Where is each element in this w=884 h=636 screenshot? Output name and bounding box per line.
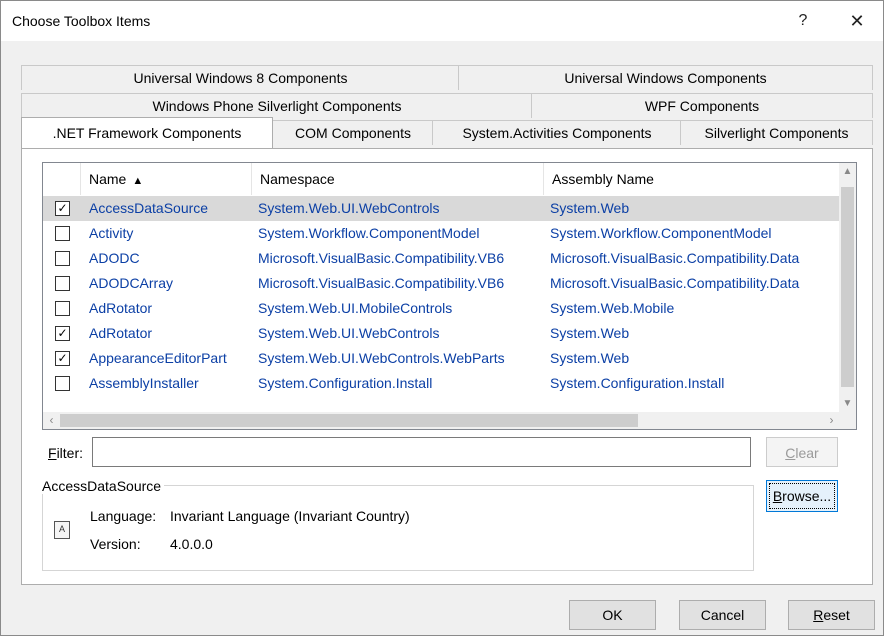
component-icon: A	[54, 521, 70, 539]
vertical-scrollbar[interactable]: ▲ ▼	[839, 163, 856, 412]
sort-ascending-icon: ▲	[132, 175, 144, 187]
checkbox-column-header	[43, 163, 81, 195]
tab-wpf[interactable]: WPF Components	[531, 93, 873, 118]
filter-input[interactable]	[92, 437, 751, 467]
language-label: Language:	[90, 508, 157, 524]
row-checkbox[interactable]	[55, 376, 70, 391]
scroll-down-icon[interactable]: ▼	[839, 395, 856, 412]
row-checkbox[interactable]: ✓	[55, 326, 70, 341]
assembly-column-header[interactable]: Assembly Name	[544, 163, 840, 195]
table-row[interactable]: ADODCArray Microsoft.VisualBasic.Compatib…	[43, 271, 840, 296]
components-list[interactable]: Name ▲ Namespace Assembly Name ✓ AccessDat…	[42, 162, 857, 430]
component-info-title: AccessDataSource	[42, 478, 165, 494]
cell-assembly: System.Web	[550, 350, 630, 366]
row-checkbox[interactable]	[55, 276, 70, 291]
cell-namespace: Microsoft.VisualBasic.Compatibility.VB6	[258, 250, 505, 266]
version-value: 4.0.0.0	[170, 536, 213, 552]
ok-button[interactable]: OK	[569, 600, 656, 630]
namespace-column-header[interactable]: Namespace	[252, 163, 544, 195]
clear-accel: C	[785, 445, 796, 461]
cell-namespace: System.Configuration.Install	[258, 375, 433, 391]
cell-name: AppearanceEditorPart	[89, 350, 227, 366]
browse-accel: B	[772, 488, 783, 504]
cell-namespace: System.Web.UI.WebControls	[258, 325, 440, 341]
choose-toolbox-items-dialog: Choose Toolbox Items ? ✕ Universal Windo…	[0, 0, 884, 636]
cell-assembly: System.Workflow.ComponentModel	[550, 225, 772, 241]
reset-button[interactable]: Reset	[788, 600, 875, 630]
row-checkbox[interactable]	[55, 251, 70, 266]
list-header: Name ▲ Namespace Assembly Name	[43, 163, 840, 195]
table-row[interactable]: ✓ AccessDataSource System.Web.UI.WebContro…	[43, 196, 840, 221]
row-checkbox[interactable]: ✓	[55, 201, 70, 216]
cell-name: AssemblyInstaller	[89, 375, 199, 391]
cell-assembly: System.Web	[550, 325, 630, 341]
tab-universal-windows[interactable]: Universal Windows Components	[458, 65, 873, 90]
scroll-left-icon[interactable]: ‹	[43, 412, 60, 429]
title-bar: Choose Toolbox Items ? ✕	[1, 1, 883, 41]
filter-label-rest: ilter:	[56, 445, 84, 461]
language-value: Invariant Language (Invariant Country)	[170, 508, 410, 524]
horizontal-scroll-thumb[interactable]	[60, 414, 638, 427]
table-row[interactable]: Activity System.Workflow.ComponentModel Sy…	[43, 221, 840, 246]
cell-namespace: Microsoft.VisualBasic.Compatibility.VB6	[258, 275, 505, 291]
tab-net-framework[interactable]: .NET Framework Components	[21, 117, 273, 148]
reset-label-rest: eset	[823, 607, 850, 623]
clear-button[interactable]: Clear	[766, 437, 838, 467]
cell-namespace: System.Web.UI.MobileControls	[258, 300, 453, 316]
reset-accel: R	[813, 607, 824, 623]
cell-name: Activity	[89, 225, 134, 241]
tab-windows-phone-silverlight[interactable]: Windows Phone Silverlight Components	[21, 93, 533, 118]
cell-namespace: System.Web.UI.WebControls	[258, 200, 440, 216]
cell-assembly: System.Configuration.Install	[550, 375, 725, 391]
browse-button[interactable]: Browse...	[766, 480, 838, 512]
vertical-scroll-thumb[interactable]	[841, 187, 854, 387]
dialog-title: Choose Toolbox Items	[12, 13, 151, 29]
cell-namespace: System.Web.UI.WebControls.WebParts	[258, 350, 505, 366]
table-row[interactable]: ADODC Microsoft.VisualBasic.Compatibility…	[43, 246, 840, 271]
cell-name: AdRotator	[89, 300, 153, 316]
tab-universal-windows-8[interactable]: Universal Windows 8 Components	[21, 65, 460, 90]
tab-silverlight[interactable]: Silverlight Components	[680, 120, 873, 145]
row-checkbox[interactable]	[55, 301, 70, 316]
cell-assembly: System.Web.Mobile	[550, 300, 675, 316]
row-checkbox[interactable]: ✓	[55, 351, 70, 366]
scrollbar-corner	[839, 412, 856, 429]
scroll-right-icon[interactable]: ›	[823, 412, 840, 429]
help-icon[interactable]: ?	[785, 7, 821, 35]
browse-label-rest: rowse...	[782, 488, 832, 504]
filter-accel: F	[48, 445, 57, 461]
table-row[interactable]: ✓ AppearanceEditorPart System.Web.UI.WebCo…	[43, 346, 840, 371]
close-icon[interactable]: ✕	[839, 7, 875, 35]
cancel-button[interactable]: Cancel	[679, 600, 766, 630]
table-row[interactable]: ✓ AdRotator System.Web.UI.WebControls Syste…	[43, 321, 840, 346]
clear-label-rest: lear	[795, 445, 819, 461]
cell-name: AdRotator	[89, 325, 153, 341]
tab-panel: Name ▲ Namespace Assembly Name ✓ AccessDat…	[21, 148, 873, 585]
filter-label: Filter:	[48, 445, 83, 461]
cell-name: ADODCArray	[89, 275, 174, 291]
cell-assembly: Microsoft.VisualBasic.Compatibility.Data	[550, 275, 800, 291]
cell-name: ADODC	[89, 250, 140, 266]
table-row[interactable]: AssemblyInstaller System.Configuration.In…	[43, 371, 840, 396]
version-label: Version:	[90, 536, 141, 552]
name-header-label: Name	[89, 171, 127, 187]
tab-com[interactable]: COM Components	[272, 120, 434, 145]
cell-assembly: System.Web	[550, 200, 630, 216]
tab-system-activities[interactable]: System.Activities Components	[432, 120, 682, 145]
scroll-up-icon[interactable]: ▲	[839, 163, 856, 180]
cell-assembly: Microsoft.VisualBasic.Compatibility.Data	[550, 250, 800, 266]
row-checkbox[interactable]	[55, 226, 70, 241]
table-row[interactable]: AdRotator System.Web.UI.MobileControls Sys…	[43, 296, 840, 321]
name-column-header[interactable]: Name ▲	[81, 163, 252, 195]
cell-name: AccessDataSource	[89, 200, 209, 216]
component-info-group	[42, 485, 754, 571]
cell-namespace: System.Workflow.ComponentModel	[258, 225, 480, 241]
horizontal-scrollbar[interactable]: ‹ ›	[43, 412, 840, 429]
